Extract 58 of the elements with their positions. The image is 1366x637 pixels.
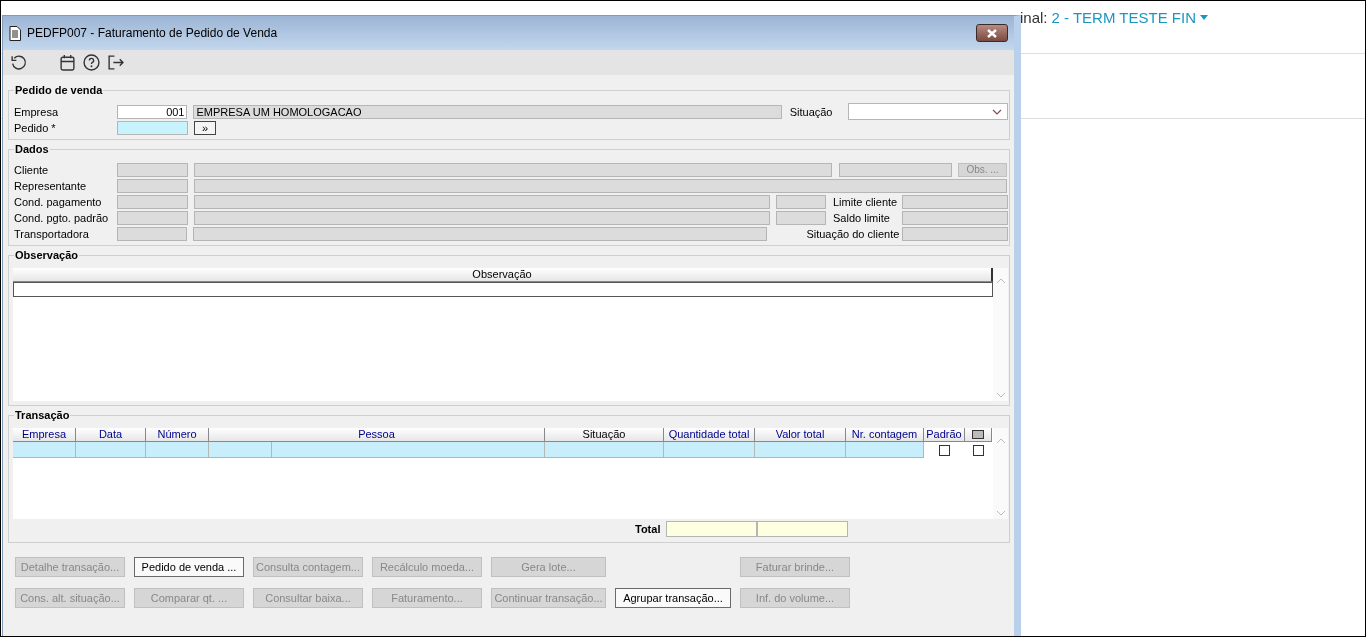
readonly-field xyxy=(116,226,188,241)
action-button[interactable]: Agrupar transação... xyxy=(615,588,731,608)
table-cell xyxy=(76,442,146,458)
field-label: Situação do cliente xyxy=(805,227,900,240)
company-code-field[interactable]: 001 xyxy=(116,104,188,119)
caret-icon xyxy=(1200,14,1208,20)
action-button[interactable]: Pedido de venda ... xyxy=(134,557,244,577)
readonly-field xyxy=(117,178,188,193)
column-header[interactable]: Pessoa xyxy=(209,428,545,442)
close-button[interactable] xyxy=(976,24,1008,42)
group-title: Transação xyxy=(14,409,71,421)
column-header[interactable]: Observação xyxy=(13,268,993,282)
chevron-icon xyxy=(992,108,1002,115)
company-name-field: EMPRESA UM HOMOLOGACAO xyxy=(193,104,782,119)
select-all-checkbox[interactable] xyxy=(972,430,984,439)
exit-icon[interactable] xyxy=(107,54,124,71)
field-label: Saldo limite xyxy=(833,211,891,224)
calendar-icon[interactable] xyxy=(59,54,76,71)
order-field[interactable] xyxy=(117,121,188,135)
field-label: Cond. pagamento xyxy=(14,195,103,208)
field-label: Empresa xyxy=(14,105,60,118)
search-button[interactable]: » xyxy=(194,121,216,135)
field-label: Cliente xyxy=(14,163,50,176)
table-cell xyxy=(209,442,272,458)
column-header[interactable]: Nr. contagem xyxy=(846,428,924,442)
column-header[interactable]: Padrão xyxy=(924,428,965,442)
field-label: Situação xyxy=(789,105,833,118)
column-header[interactable]: Situação xyxy=(545,428,664,442)
readonly-field xyxy=(117,210,188,225)
readonly-field xyxy=(117,194,188,209)
column-header[interactable]: Valor total xyxy=(755,428,846,442)
window-title: PEDFP007 - Faturamento de Pedido de Venda xyxy=(27,26,279,40)
field-label: Limite cliente xyxy=(833,195,899,208)
group-title: Observação xyxy=(14,249,79,261)
column-header[interactable]: Número xyxy=(146,428,209,442)
help-icon[interactable] xyxy=(83,54,100,71)
total-label: Total xyxy=(635,523,661,535)
readonly-field xyxy=(776,210,826,225)
close-icon xyxy=(986,28,998,38)
column-header[interactable]: Empresa xyxy=(13,428,76,442)
checkbox[interactable] xyxy=(973,444,984,456)
group-title: Dados xyxy=(14,143,50,155)
terminal-label: inal: xyxy=(1020,8,1048,26)
column-header[interactable]: Quantidade total xyxy=(664,428,755,442)
checkbox[interactable] xyxy=(939,444,950,456)
group-title: Pedido de venda xyxy=(14,84,104,96)
field-label: Pedido * xyxy=(14,122,57,134)
column-header[interactable]: Data xyxy=(76,428,146,442)
readonly-field xyxy=(117,162,188,177)
table-cell xyxy=(13,442,76,458)
field-label: Cond. pgto. padrão xyxy=(14,211,110,224)
refresh-icon[interactable] xyxy=(10,54,27,71)
readonly-field xyxy=(776,194,826,209)
document-icon xyxy=(9,25,21,41)
table-cell xyxy=(146,442,209,458)
note-input-row[interactable] xyxy=(13,282,993,297)
field-label: Transportadora xyxy=(14,227,90,240)
field-label: Representante xyxy=(14,179,88,192)
